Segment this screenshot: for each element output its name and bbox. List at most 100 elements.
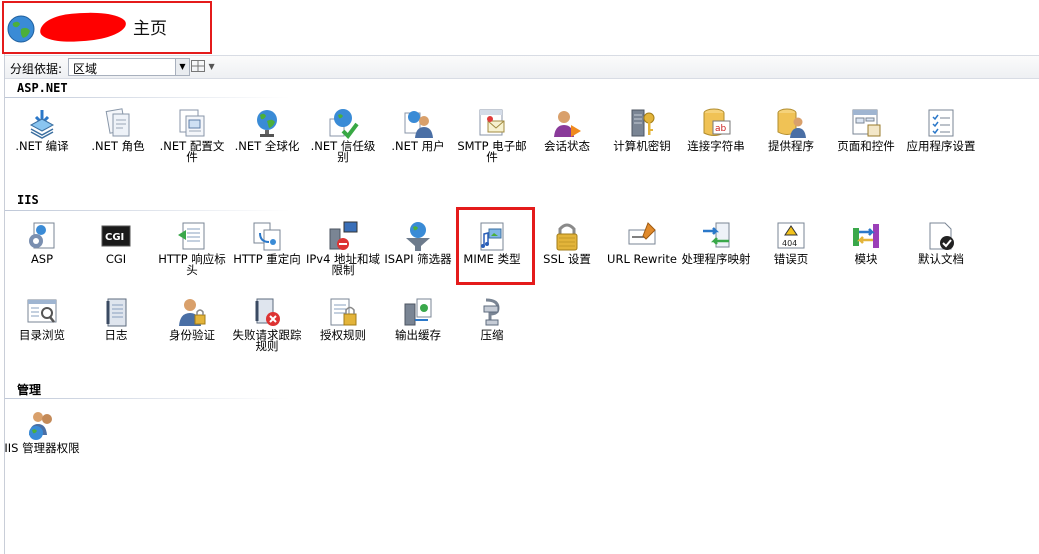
providers-icon xyxy=(777,108,806,138)
feature-handler-mappings[interactable]: 处理程序映射 xyxy=(678,220,754,265)
connection-strings-icon: ab xyxy=(703,108,731,136)
feature-asp[interactable]: ASP xyxy=(4,220,80,265)
feature-label: 计算机密钥 xyxy=(613,139,671,153)
feature-authentication[interactable]: 身份验证 xyxy=(154,296,230,341)
view-mode-button[interactable]: ▼ xyxy=(191,58,217,74)
feature-net-compilation[interactable]: .NET 编译 xyxy=(4,107,80,152)
feature-label: 身份验证 xyxy=(169,328,215,342)
feature-net-globalization[interactable]: .NET 全球化 xyxy=(229,107,305,152)
feature-default-document[interactable]: 默认文档 xyxy=(903,220,979,265)
feature-session-state[interactable]: 会话状态 xyxy=(529,107,605,152)
feature-label: ASP xyxy=(30,252,54,266)
feature-label: HTTP 响应标头 xyxy=(158,252,226,277)
feature-connection-strings[interactable]: ab 连接字符串 xyxy=(678,107,754,152)
default-document-icon xyxy=(929,222,954,250)
feature-label: 模块 xyxy=(854,252,878,266)
ssl-settings-icon xyxy=(556,223,578,251)
app-settings-icon xyxy=(928,109,954,137)
feature-net-users[interactable]: .NET 用户 xyxy=(380,107,456,152)
machine-key-icon xyxy=(631,109,655,137)
handler-mappings-icon xyxy=(703,222,730,248)
feature-modules[interactable]: 模块 xyxy=(828,220,904,265)
feature-label: 会话状态 xyxy=(544,139,590,153)
net-globalization-icon xyxy=(257,110,277,137)
feature-label: 提供程序 xyxy=(768,139,814,153)
feature-label: 连接字符串 xyxy=(687,139,745,153)
directory-browsing-icon xyxy=(27,299,57,323)
feature-label: IPv4 地址和域限制 xyxy=(305,252,381,277)
feature-label: .NET 全球化 xyxy=(234,139,300,153)
http-response-headers-icon xyxy=(178,222,205,250)
feature-http-redirect[interactable]: HTTP 重定向 xyxy=(229,220,305,265)
compression-icon xyxy=(483,298,500,326)
section-title-management: 管理 xyxy=(17,383,42,397)
group-by-value: 区域 xyxy=(73,62,98,76)
chevron-down-icon[interactable]: ▼ xyxy=(175,59,189,75)
feature-error-pages[interactable]: 404 错误页 xyxy=(753,220,829,265)
feature-label: IIS 管理器权限 xyxy=(4,441,80,455)
feature-mime-types[interactable]: MIME 类型 xyxy=(454,220,530,265)
section-title-aspnet: ASP.NET xyxy=(17,81,68,95)
svg-text:ab: ab xyxy=(715,124,727,134)
feature-net-profile[interactable]: .NET 配置文件 xyxy=(154,107,230,163)
session-state-icon xyxy=(554,111,581,137)
error-pages-icon: 404 xyxy=(777,222,805,249)
feature-logging[interactable]: 日志 xyxy=(78,296,154,341)
authentication-icon xyxy=(179,299,206,326)
feature-pages-controls[interactable]: 页面和控件 xyxy=(828,107,904,152)
svg-text:404: 404 xyxy=(782,239,797,248)
page-title: 主页 xyxy=(133,19,167,39)
feature-label: 页面和控件 xyxy=(837,139,895,153)
feature-label: SSL 设置 xyxy=(543,252,591,266)
feature-label: MIME 类型 xyxy=(463,252,521,266)
feature-authorization-rules[interactable]: 授权规则 xyxy=(305,296,381,341)
logging-icon xyxy=(106,298,127,327)
feature-net-trust-levels[interactable]: .NET 信任级别 xyxy=(305,107,381,163)
feature-label: .NET 编译 xyxy=(15,139,69,153)
feature-label: 处理程序映射 xyxy=(681,252,751,266)
group-by-label: 分组依据: xyxy=(10,62,63,76)
feature-cgi[interactable]: CGI CGI xyxy=(78,220,154,265)
feature-output-caching[interactable]: 输出缓存 xyxy=(380,296,456,341)
feature-http-response-headers[interactable]: HTTP 响应标头 xyxy=(154,220,230,276)
feature-label: .NET 角色 xyxy=(91,139,145,153)
feature-label: .NET 配置文件 xyxy=(159,139,225,164)
feature-url-rewrite[interactable]: URL Rewrite xyxy=(604,220,680,265)
feature-label: URL Rewrite xyxy=(607,252,677,266)
feature-isapi-filters[interactable]: ISAPI 筛选器 xyxy=(380,220,456,265)
feature-label: 目录浏览 xyxy=(19,328,65,342)
net-users-icon xyxy=(404,111,433,138)
url-rewrite-icon xyxy=(628,222,656,245)
page-header: 主页 xyxy=(0,0,1039,54)
left-frame-border xyxy=(4,0,5,554)
feature-label: 输出缓存 xyxy=(395,328,441,342)
globe-icon xyxy=(7,15,35,43)
feature-label: SMTP 电子邮件 xyxy=(457,139,527,164)
view-dropdown-arrow-icon: ▼ xyxy=(208,62,215,71)
feature-net-roles[interactable]: .NET 角色 xyxy=(80,107,156,152)
feature-smtp-email[interactable]: SMTP 电子邮件 xyxy=(454,107,530,163)
authorization-rules-icon xyxy=(330,298,357,326)
feature-label: 应用程序设置 xyxy=(906,139,976,153)
section-divider-iis xyxy=(5,210,290,211)
isapi-filters-icon xyxy=(406,222,430,251)
cgi-icon: CGI xyxy=(101,225,131,247)
section-divider-aspnet xyxy=(5,97,290,98)
feature-app-settings[interactable]: 应用程序设置 xyxy=(903,107,979,152)
feature-failed-request-tracing[interactable]: 失败请求跟踪规则 xyxy=(229,296,305,352)
feature-compression[interactable]: 压缩 xyxy=(454,296,530,341)
pages-controls-icon xyxy=(852,109,881,137)
smtp-email-icon xyxy=(479,109,505,136)
section-title-iis: IIS xyxy=(17,193,39,207)
feature-label: 默认文档 xyxy=(918,252,964,266)
feature-machine-key[interactable]: 计算机密钥 xyxy=(604,107,680,152)
feature-ipv4-restrictions[interactable]: IPv4 地址和域限制 xyxy=(305,220,381,276)
feature-ssl-settings[interactable]: SSL 设置 xyxy=(529,220,605,265)
mime-types-icon xyxy=(480,222,504,251)
feature-providers[interactable]: 提供程序 xyxy=(753,107,829,152)
feature-directory-browsing[interactable]: 目录浏览 xyxy=(4,296,80,341)
group-by-select[interactable]: 区域 ▼ xyxy=(68,58,190,76)
feature-label: ISAPI 筛选器 xyxy=(384,252,452,266)
output-caching-icon xyxy=(404,298,432,326)
feature-iis-manager-permissions[interactable]: IIS 管理器权限 xyxy=(4,409,80,454)
